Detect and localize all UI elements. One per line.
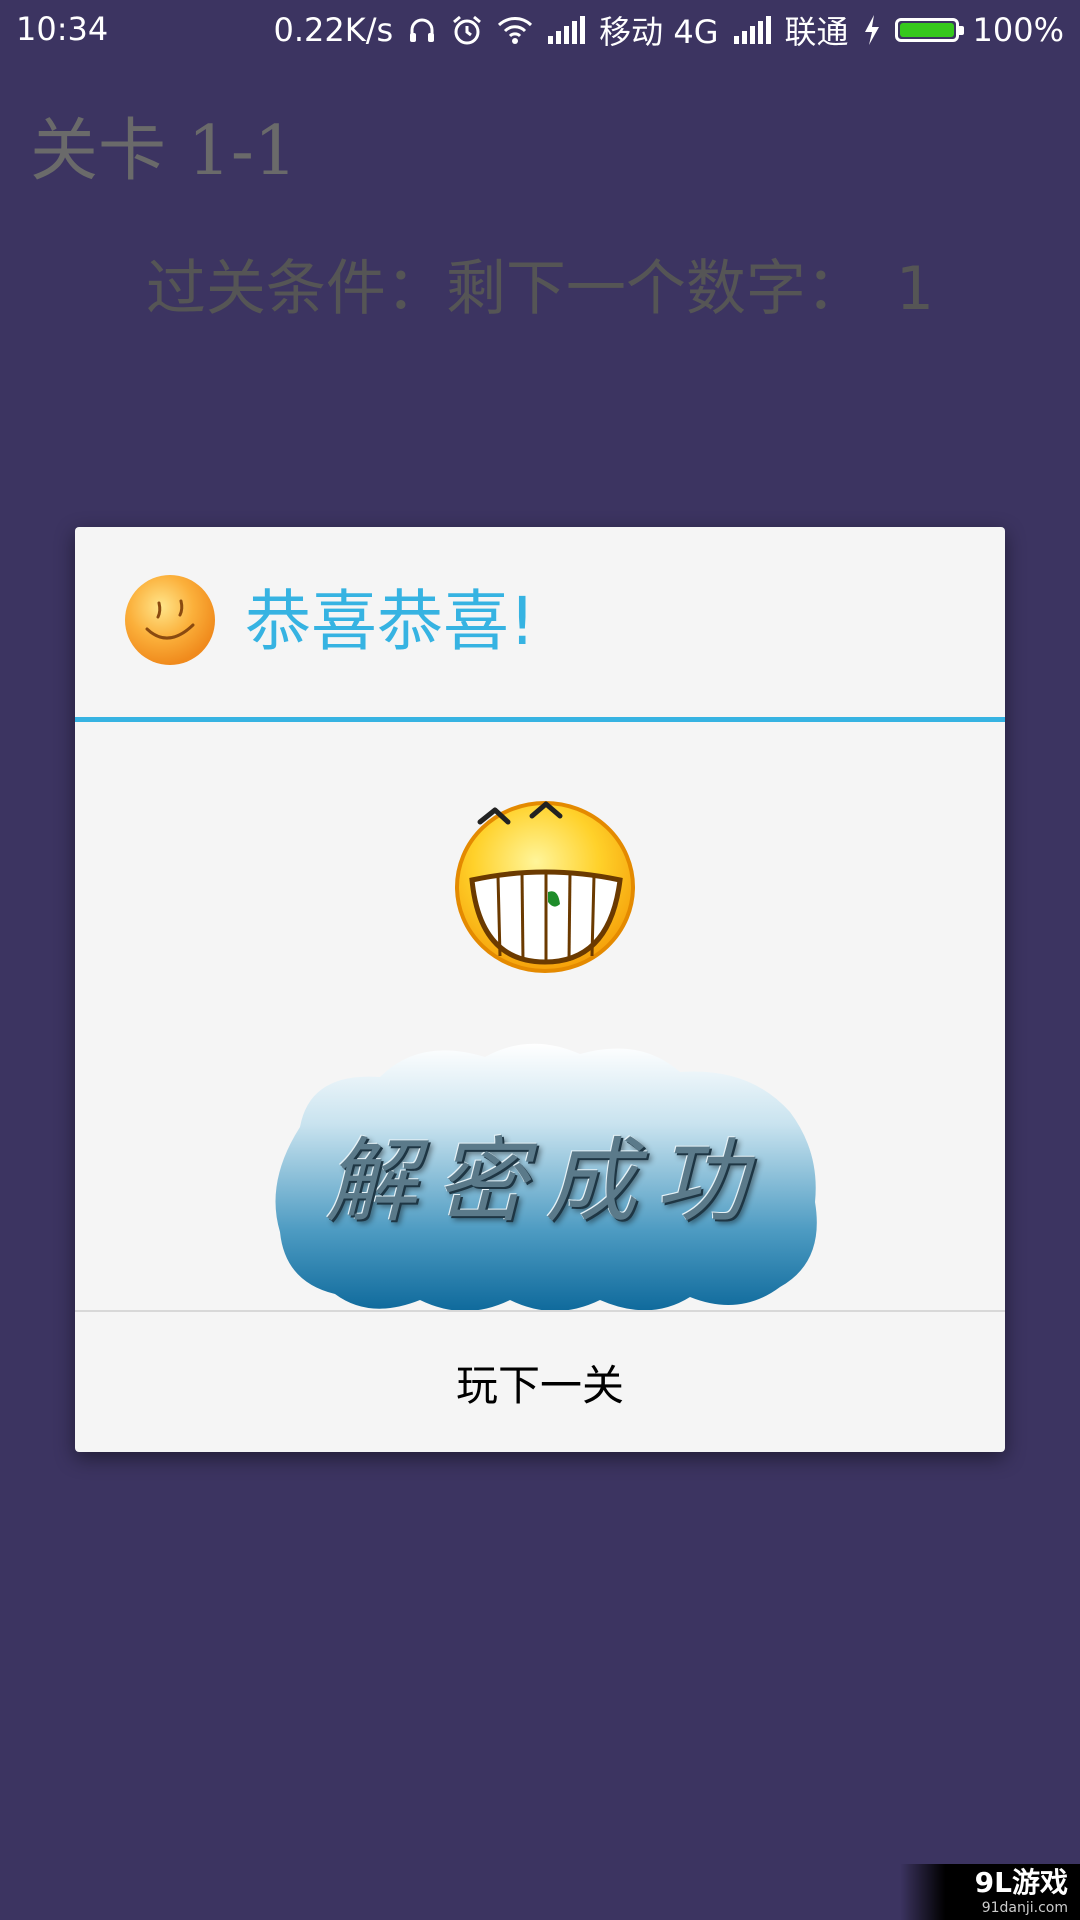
signal-icon — [547, 16, 586, 44]
wifi-icon — [497, 15, 533, 45]
headphones-icon — [407, 15, 437, 45]
smiley-icon — [123, 573, 217, 667]
carrier-1: 移动 4G — [599, 13, 719, 51]
signal-icon — [733, 16, 771, 44]
grinning-face-icon — [450, 792, 640, 977]
level-condition: 过关条件：剩下一个数字： 1 — [0, 240, 1080, 327]
battery-icon — [894, 18, 964, 42]
net-speed: 0.22K/s — [273, 11, 394, 49]
charging-icon — [863, 15, 881, 45]
battery-percent: 100% — [972, 11, 1064, 49]
status-time: 10:34 — [16, 10, 109, 48]
watermark-logo: 9L游戏 91danji.com — [900, 1864, 1080, 1920]
carrier-2: 联通 — [784, 13, 849, 51]
banner-text: 解密成功 — [324, 1128, 765, 1235]
status-right-group: 0.22K/s 移动 4G 联通 100% — [273, 0, 1064, 60]
dialog-body: 解密成功 — [75, 722, 1005, 1312]
battery-fill — [899, 23, 954, 37]
alarm-icon — [451, 14, 483, 46]
watermark-main: 9L游戏 — [974, 1866, 1068, 1899]
level-title: 关卡 1-1 — [30, 112, 298, 191]
status-bar: 10:34 0.22K/s 移动 4G 联通 100% — [0, 0, 1080, 60]
success-banner: 解密成功 — [270, 1032, 820, 1312]
watermark-sub: 91danji.com — [981, 1900, 1068, 1916]
success-dialog: 恭喜恭喜! 解密成功 玩下一关 — [75, 527, 1005, 1452]
dialog-header: 恭喜恭喜! — [75, 527, 1005, 722]
condition-value: 1 — [895, 254, 935, 324]
condition-label: 过关条件：剩下一个数字： — [145, 254, 866, 324]
dialog-footer: 玩下一关 — [75, 1310, 1005, 1452]
dialog-title: 恭喜恭喜! — [245, 583, 536, 660]
next-level-button[interactable]: 玩下一关 — [75, 1312, 1005, 1452]
